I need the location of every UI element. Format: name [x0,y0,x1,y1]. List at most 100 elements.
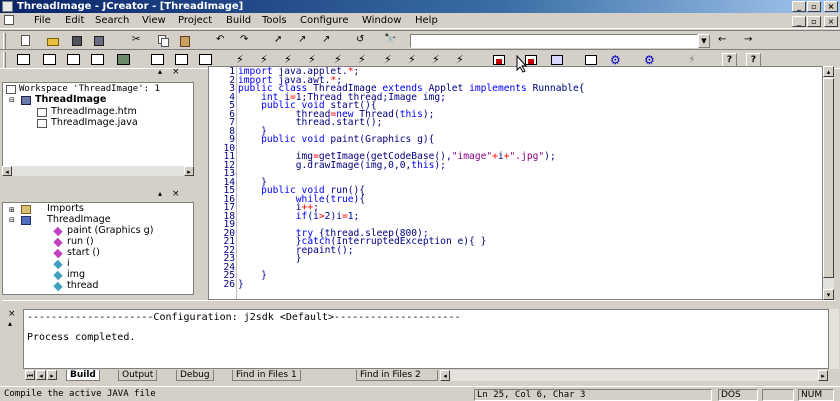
code-line[interactable]: if(i>2)i=1; [238,211,360,222]
tab-prev-icon[interactable]: ◂ [36,370,46,380]
back-icon[interactable]: ← [718,34,733,48]
code-editor[interactable]: 1 2 3 4 5 6 7 8 9 10 11 12 13 14 15 16 17 18 19 20 21 22 23 24 2… [208,66,823,300]
classview-icon[interactable] [42,53,57,67]
toolbox-icon[interactable] [116,53,131,67]
scroll-left-icon[interactable]: ◂ [440,370,450,381]
bookmark-prev-icon[interactable]: ⚡ [284,53,299,67]
unindent-icon[interactable]: ⚡ [358,53,373,67]
menu-help[interactable]: Help [415,14,438,28]
code-line[interactable]: g.drawImage(img,0,0,this); [238,160,446,171]
new-file-icon[interactable] [18,34,33,48]
file-item-java[interactable]: ThreadImage.java [51,118,138,128]
scroll-right-icon[interactable]: ▸ [184,166,194,176]
classview-field-i[interactable]: i [67,259,70,269]
context-help-icon[interactable]: ? [746,53,761,67]
java-tool-2-icon[interactable]: ⚙ [644,53,659,67]
scroll-thumb[interactable] [823,78,834,278]
output-hscroll[interactable]: ◂ ▸ [440,370,828,381]
classview-imports[interactable]: Imports [47,204,84,214]
execute-icon[interactable]: ↗ [322,34,337,48]
debug-run-icon[interactable] [550,53,565,67]
frame-icon[interactable] [584,53,599,67]
scroll-down-icon[interactable]: ▾ [823,289,834,300]
menu-build[interactable]: Build [226,14,251,28]
save-icon[interactable] [70,34,85,48]
pane-close-icon[interactable]: × [172,189,180,199]
redo-icon[interactable]: ↷ [240,34,255,48]
pane-close-icon[interactable]: × [8,309,16,319]
stop-icon[interactable]: ↺ [356,34,371,48]
bookmark-clear-icon[interactable]: ⚡ [308,53,323,67]
mdi-restore-icon[interactable]: ▫ [807,16,821,27]
classview-method-run[interactable]: run () [67,237,94,247]
workspace-header[interactable]: Workspace 'ThreadImage': 1 [19,84,160,94]
mdi-close-icon[interactable]: × [824,16,838,27]
copy-icon[interactable] [156,34,171,48]
window-cascade-icon[interactable] [150,53,165,67]
help-icon[interactable]: ? [722,53,737,67]
build-output[interactable]: ---------------------Configuration: j2sd… [23,309,829,369]
classview-field-img[interactable]: img [67,270,85,280]
close-icon[interactable]: × [824,1,838,12]
expand-icon[interactable]: ⊞ [9,205,15,215]
save-all-icon[interactable] [92,34,107,48]
pane-pin-icon[interactable]: ▴ [158,67,162,76]
menu-edit[interactable]: Edit [65,14,84,28]
output-view-icon[interactable] [66,53,81,67]
open-folder-icon[interactable] [46,34,61,48]
tab-output[interactable]: Output [118,370,158,381]
menu-search[interactable]: Search [95,14,129,28]
splitter[interactable] [198,66,206,300]
menu-configure[interactable]: Configure [300,14,348,28]
maximize-icon[interactable]: ▫ [807,1,821,12]
collapse-icon[interactable]: ⊟ [9,95,15,105]
menu-file[interactable]: File [34,14,51,28]
forward-icon[interactable]: → [744,34,759,48]
pane-close-icon[interactable]: × [172,67,180,77]
menu-project[interactable]: Project [178,14,212,28]
workspace-view-icon[interactable] [16,53,31,67]
file-item-htm[interactable]: ThreadImage.htm [51,107,137,117]
workspace-hscroll[interactable]: ◂ ▸ [2,166,194,176]
bookmark-toggle-icon[interactable]: ⚡ [236,53,251,67]
tab-find-in-files-1[interactable]: Find in Files 1 [232,370,301,381]
classview-method-paint[interactable]: paint (Graphics g) [67,226,154,236]
indent-icon[interactable]: ⚡ [334,53,349,67]
code-line[interactable]: } [238,279,244,290]
tab-convert-icon[interactable]: ⚡ [456,53,471,67]
paste-icon[interactable] [178,34,193,48]
format-icon[interactable]: ⚡ [432,53,447,67]
menu-view[interactable]: View [142,14,166,28]
pane-pin-icon[interactable]: ▴ [158,189,162,198]
menu-tools[interactable]: Tools [262,14,287,28]
collapse-icon[interactable]: ⊟ [9,215,15,225]
comment-icon[interactable]: ⚡ [384,53,399,67]
debug-icon[interactable] [492,53,507,67]
tab-next-icon[interactable]: ▸ [47,370,57,380]
scroll-up-icon[interactable]: ▴ [823,66,834,77]
pane-pin-icon[interactable]: ▴ [8,319,12,328]
fullscreen-icon[interactable] [90,53,105,67]
scroll-left-icon[interactable]: ◂ [2,166,12,176]
java-tool-icon[interactable]: ⚙ [610,53,625,67]
minimize-icon[interactable]: _ [792,1,806,12]
compile-file-icon[interactable]: ➚ [274,34,289,48]
editor-vscroll[interactable]: ▴ ▾ [823,66,834,300]
cut-icon[interactable]: ✂ [132,34,147,48]
undo-icon[interactable]: ↶ [216,34,231,48]
code-line[interactable]: } [238,254,302,264]
classview-method-start[interactable]: start () [67,248,100,258]
find-icon[interactable]: 🔭 [384,34,399,48]
classview-field-thread[interactable]: thread [67,281,98,291]
output-vscroll[interactable] [829,309,839,369]
compile-project-icon[interactable]: ↗ [298,34,313,48]
mdi-minimize-icon[interactable]: _ [792,16,806,27]
search-input[interactable] [410,34,698,48]
tab-first-icon[interactable]: ⏮ [25,370,35,380]
document-icon[interactable] [4,15,14,25]
tab-build[interactable]: Build [66,370,100,381]
menu-window[interactable]: Window [362,14,401,28]
classview-class[interactable]: ThreadImage [47,215,111,225]
search-dropdown-icon[interactable]: ▼ [698,34,710,48]
tab-find-in-files-2[interactable]: Find in Files 2 [356,370,438,381]
